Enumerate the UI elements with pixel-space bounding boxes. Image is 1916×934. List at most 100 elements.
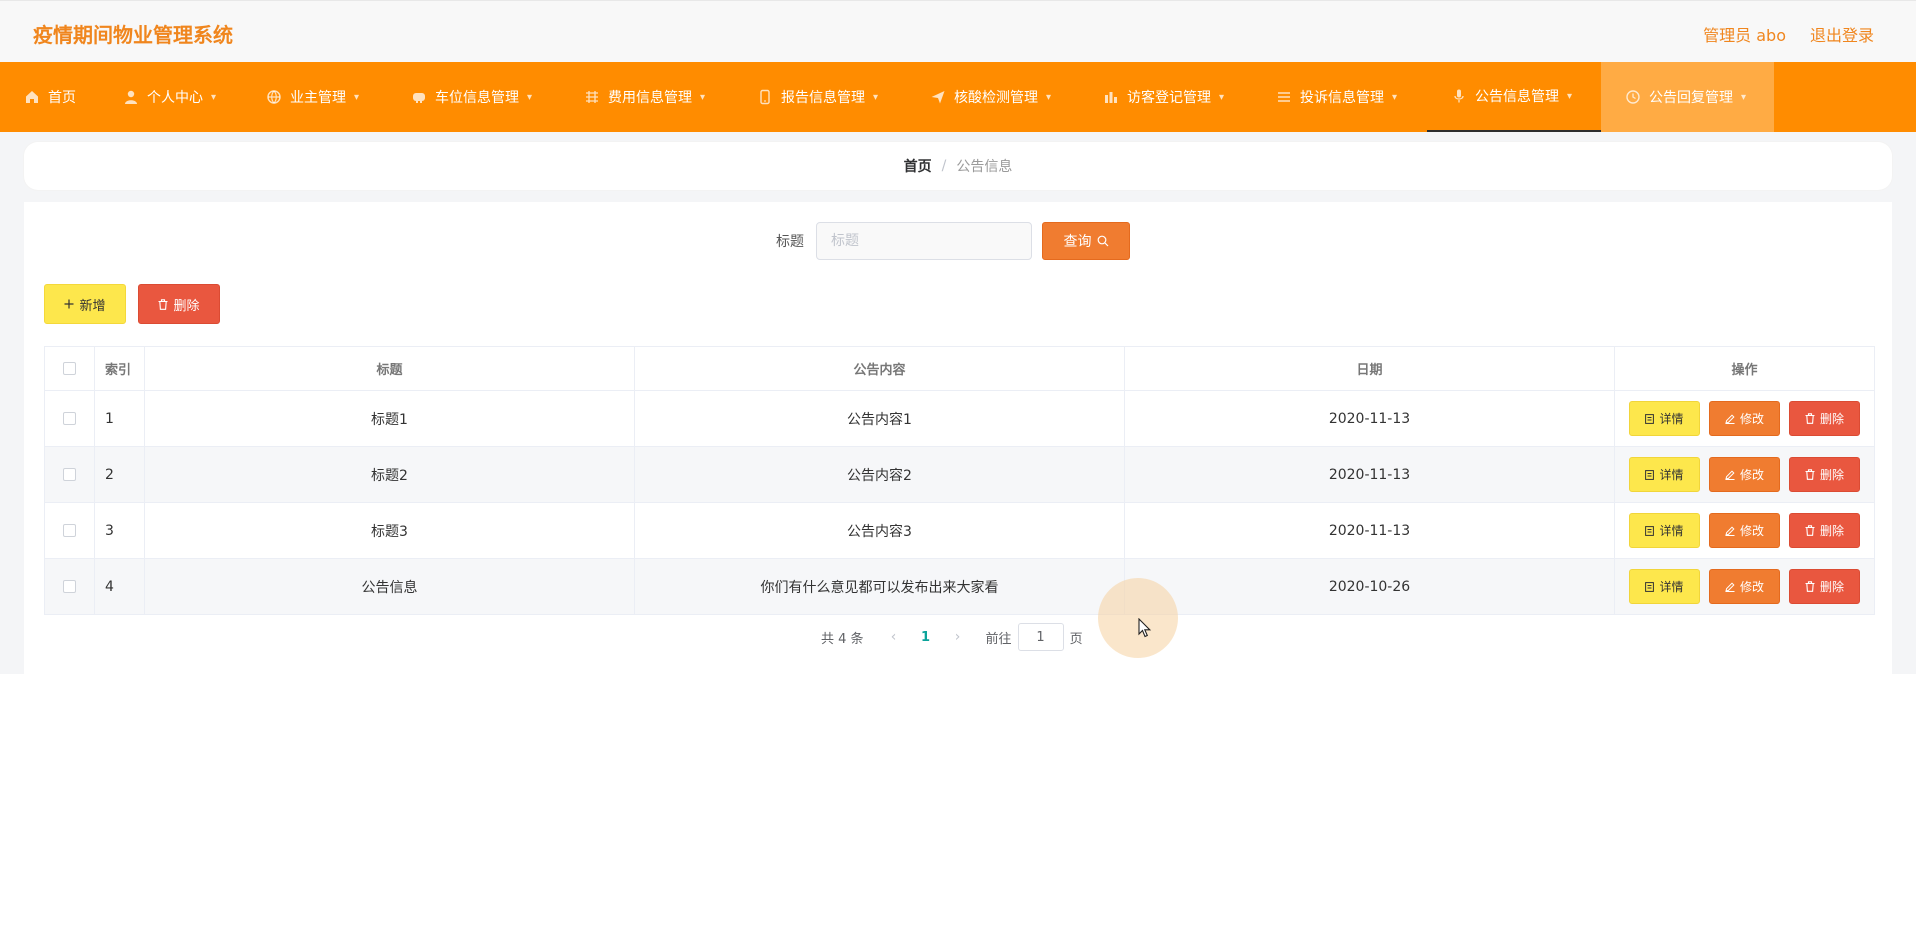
- delete-label: 删除: [1819, 468, 1844, 482]
- trash-icon: [158, 298, 168, 310]
- row-checkbox[interactable]: [63, 580, 76, 593]
- page-jumper: 前往 页: [986, 623, 1083, 651]
- row-ops: 详情 修改 删除: [1614, 446, 1875, 503]
- row-ops: 详情 修改 删除: [1614, 390, 1875, 447]
- row-date: 2020-11-13: [1124, 390, 1615, 447]
- row-content: 公告内容2: [634, 446, 1125, 503]
- edit-button[interactable]: 修改: [1709, 569, 1780, 604]
- chevron-down-icon: ▾: [700, 91, 706, 103]
- pagination-total: 共 4 条: [821, 631, 864, 647]
- next-page-icon[interactable]: ›: [946, 629, 970, 645]
- row-checkbox[interactable]: [63, 412, 76, 425]
- nav-item-nucleic-test[interactable]: 核酸检测管理 ▾: [910, 62, 1083, 132]
- detail-label: 详情: [1659, 468, 1684, 482]
- row-ops: 详情 修改 删除: [1614, 558, 1875, 615]
- trash-icon: [1805, 581, 1815, 592]
- send-icon: [930, 89, 946, 105]
- goto-prefix: 前往: [985, 631, 1012, 647]
- table-header-row: 索引 标题 公告内容 日期 操作: [44, 346, 1875, 391]
- row-title: 标题3: [144, 502, 635, 559]
- row-select-cell: [44, 390, 95, 447]
- car-icon: [411, 89, 427, 105]
- select-all-checkbox[interactable]: [63, 362, 76, 375]
- nav-label: 个人中心: [147, 90, 203, 106]
- nav-label: 业主管理: [290, 90, 346, 106]
- page-number[interactable]: 1: [906, 630, 946, 645]
- nav-item-announcements[interactable]: 公告信息管理 ▾: [1427, 62, 1601, 132]
- edit-button[interactable]: 修改: [1709, 513, 1780, 548]
- pagination: 共 4 条 ‹ 1 › 前往 页: [821, 623, 1083, 651]
- detail-label: 详情: [1659, 412, 1684, 426]
- main-nav: 首页 个人中心 ▾ 业主管理 ▾ 车位信息管理 ▾ 费用信息管理 ▾ 报告信息管理 ▾ 核…: [0, 62, 1916, 132]
- nav-item-reports[interactable]: 报告信息管理 ▾: [737, 62, 910, 132]
- row-content: 你们有什么意见都可以发布出来大家看: [634, 558, 1125, 615]
- nav-item-announcement-replies[interactable]: 公告回复管理 ▾: [1601, 62, 1774, 132]
- nav-item-parking[interactable]: 车位信息管理 ▾: [391, 62, 564, 132]
- delete-label: 删除: [1819, 412, 1844, 426]
- chevron-down-icon: ▾: [1046, 91, 1052, 103]
- nav-item-complaints[interactable]: 投诉信息管理 ▾: [1256, 62, 1427, 132]
- nav-label: 访客登记管理: [1127, 90, 1211, 106]
- nav-item-home[interactable]: 首页: [0, 62, 103, 132]
- detail-button[interactable]: 详情: [1629, 569, 1700, 604]
- header-content: 公告内容: [634, 346, 1125, 391]
- add-button-label: 新增: [79, 298, 106, 314]
- phone-icon: [757, 89, 773, 105]
- search-label: 标题: [776, 234, 804, 250]
- breadcrumb-separator: /: [941, 158, 947, 174]
- trash-icon: [1805, 469, 1815, 480]
- edit-label: 修改: [1739, 412, 1764, 426]
- edit-label: 修改: [1739, 468, 1764, 482]
- delete-button[interactable]: 删除: [1789, 457, 1860, 492]
- row-index: 1: [94, 390, 145, 447]
- chart-icon: [1103, 89, 1119, 105]
- detail-button[interactable]: 详情: [1629, 401, 1700, 436]
- nav-item-owner[interactable]: 业主管理 ▾: [246, 62, 391, 132]
- edit-button[interactable]: 修改: [1709, 457, 1780, 492]
- goto-suffix: 页: [1069, 631, 1083, 647]
- delete-button[interactable]: 删除: [1789, 513, 1860, 548]
- row-select-cell: [44, 558, 95, 615]
- breadcrumb: 首页 / 公告信息: [24, 142, 1892, 190]
- chevron-down-icon: ▾: [211, 91, 217, 103]
- top-bar: 疫情期间物业管理系统 管理员 abo 退出登录: [0, 0, 1916, 62]
- delete-label: 删除: [1819, 580, 1844, 594]
- search-input[interactable]: [816, 222, 1032, 260]
- current-user-label: 管理员 abo: [1703, 26, 1786, 45]
- nav-label: 报告信息管理: [781, 90, 865, 106]
- document-icon: [1645, 581, 1655, 592]
- nav-label: 公告信息管理: [1475, 89, 1559, 105]
- nav-item-visitor[interactable]: 访客登记管理 ▾: [1083, 62, 1256, 132]
- goto-page-input[interactable]: [1017, 623, 1064, 651]
- breadcrumb-home[interactable]: 首页: [904, 156, 932, 176]
- logout-link[interactable]: 退出登录: [1810, 22, 1874, 46]
- nav-item-personal-center[interactable]: 个人中心 ▾: [103, 62, 246, 132]
- row-index: 2: [94, 446, 145, 503]
- plus-icon: [64, 299, 74, 309]
- edit-button[interactable]: 修改: [1709, 401, 1780, 436]
- document-icon: [1645, 525, 1655, 536]
- delete-button[interactable]: 删除: [1789, 401, 1860, 436]
- row-checkbox[interactable]: [63, 468, 76, 481]
- nav-item-fees[interactable]: 费用信息管理 ▾: [564, 62, 737, 132]
- row-date: 2020-10-26: [1124, 558, 1615, 615]
- row-content: 公告内容3: [634, 502, 1125, 559]
- detail-button[interactable]: 详情: [1629, 457, 1700, 492]
- search-button-label: 查询: [1063, 234, 1092, 250]
- search-button[interactable]: 查询: [1042, 222, 1130, 260]
- header-ops: 操作: [1614, 346, 1875, 391]
- add-button[interactable]: 新增: [44, 284, 126, 324]
- row-checkbox[interactable]: [63, 524, 76, 537]
- announcement-table: 索引 标题 公告内容 日期 操作 1 标题1 公告内容1 2020-11-13 …: [44, 346, 1875, 615]
- chevron-down-icon: ▾: [1392, 91, 1398, 103]
- batch-delete-button[interactable]: 删除: [138, 284, 220, 324]
- header-date: 日期: [1124, 346, 1615, 391]
- mouse-cursor-icon: [1138, 618, 1152, 638]
- detail-button[interactable]: 详情: [1629, 513, 1700, 548]
- nav-label: 车位信息管理: [435, 90, 519, 106]
- delete-button[interactable]: 删除: [1789, 569, 1860, 604]
- edit-label: 修改: [1739, 524, 1764, 538]
- chevron-down-icon: ▾: [354, 91, 360, 103]
- globe-icon: [266, 89, 282, 105]
- prev-page-icon[interactable]: ‹: [882, 629, 906, 645]
